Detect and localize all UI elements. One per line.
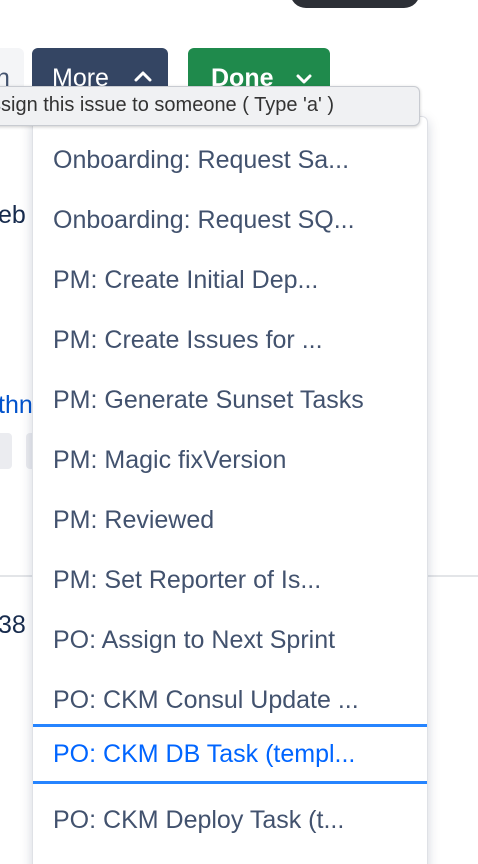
menu-item[interactable]: PO: CKM Deploy Task (t... xyxy=(33,790,427,850)
menu-item[interactable]: PM: Reviewed xyxy=(33,490,427,550)
menu-item-active[interactable]: PO: CKM DB Task (templ... xyxy=(33,724,427,784)
background-text-fragment: eb xyxy=(0,201,26,229)
menu-item[interactable]: Onboarding: Request SQ... xyxy=(33,190,427,250)
chevron-up-icon xyxy=(134,71,152,82)
background-link-fragment[interactable]: thn xyxy=(0,391,33,420)
tooltip-text: ssign this issue to someone ( Type 'a' ) xyxy=(0,94,334,116)
menu-item[interactable]: PM: Create Initial Dep... xyxy=(33,250,427,310)
menu-item[interactable]: PM: Create Issues for ... xyxy=(33,310,427,370)
more-actions-dropdown-menu: Onboarding: Request Sa... Onboarding: Re… xyxy=(32,116,428,864)
menu-item[interactable]: PM: Set Reporter of Is... xyxy=(33,550,427,610)
background-chip xyxy=(0,433,12,469)
menu-item[interactable]: Onboarding: Request Sa... xyxy=(33,130,427,190)
assign-tooltip: ssign this issue to someone ( Type 'a' ) xyxy=(0,86,420,126)
menu-item[interactable]: PO: Assign to Next Sprint xyxy=(33,610,427,670)
menu-item[interactable]: PO: CKM Consul Update ... xyxy=(33,670,427,730)
background-number-fragment: 38 xyxy=(0,611,26,639)
chevron-down-icon xyxy=(296,74,312,84)
top-edge-shape xyxy=(290,0,420,8)
menu-item[interactable]: PM: Magic fixVersion xyxy=(33,430,427,490)
menu-item[interactable]: PM: Generate Sunset Tasks xyxy=(33,370,427,430)
